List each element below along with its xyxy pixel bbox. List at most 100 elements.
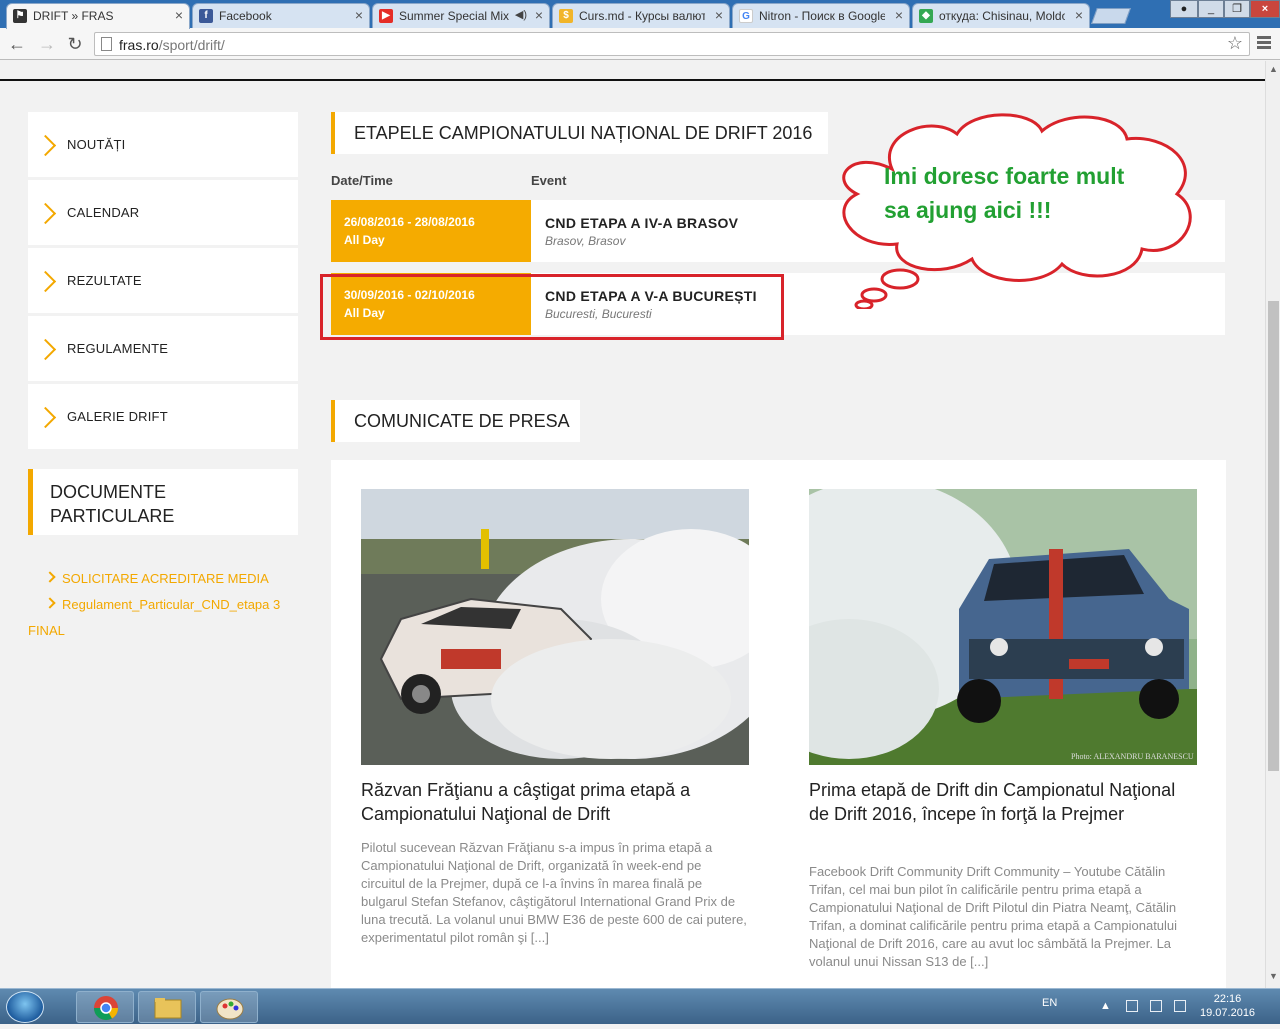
tab-google[interactable]: G Nitron - Поиск в Google × <box>732 3 910 28</box>
article-image[interactable] <box>361 489 749 765</box>
close-icon[interactable]: × <box>715 7 723 23</box>
sidebar-item-noutati[interactable]: NOUTĂȚI <box>28 112 298 177</box>
article-excerpt: Pilotul sucevean Răzvan Frăţianu s-a imp… <box>361 840 747 945</box>
close-icon[interactable]: × <box>895 7 903 23</box>
checkered-flag-icon: ⚑ <box>13 9 27 23</box>
paint-palette-icon <box>216 998 244 1020</box>
press-heading-box: COMUNICATE DE PRESA <box>331 400 580 442</box>
minimize-button[interactable]: _ <box>1198 0 1224 18</box>
show-hidden-icons-arrow[interactable]: ▲ <box>1100 1000 1112 1012</box>
tab-maps[interactable]: ◆ откуда: Chisinau, Moldova × <box>912 3 1090 28</box>
championship-heading-box: ETAPELE CAMPIONATULUI NAȚIONAL DE DRIFT … <box>331 112 828 154</box>
documents-heading-box: DOCUMENTE PARTICULARE <box>28 469 298 535</box>
tab-title: откуда: Chisinau, Moldova <box>939 9 1065 23</box>
action-center-icon[interactable] <box>1126 1000 1138 1012</box>
close-window-button[interactable]: × <box>1250 0 1280 18</box>
sidebar-item-regulamente[interactable]: REGULAMENTE <box>28 316 298 381</box>
chevron-right-icon <box>34 134 57 157</box>
volume-icon[interactable] <box>1174 1000 1186 1012</box>
highlight-rectangle <box>320 274 784 340</box>
tab-drift-fras[interactable]: ⚑ DRIFT » FRAS × <box>6 3 190 29</box>
youtube-icon: ▶ <box>379 9 393 23</box>
system-tray: EN ▲ 22:16 19.07.2016 <box>1030 989 1280 1025</box>
close-icon[interactable]: × <box>535 7 543 23</box>
bookmark-star-icon[interactable]: ☆ <box>1227 33 1243 54</box>
drift-photo-1 <box>361 489 749 765</box>
reload-icon[interactable]: ↻ <box>64 33 86 55</box>
event-name-link[interactable]: CND ETAPA A IV-A BRASOV <box>545 215 738 231</box>
tab-title: DRIFT » FRAS <box>33 9 114 23</box>
close-icon[interactable]: × <box>175 7 183 23</box>
sidebar-item-label: GALERIE DRIFT <box>67 409 168 424</box>
drift-photo-2: Photo: ALEXANDRU BARANESCU <box>809 489 1197 765</box>
chevron-right-icon <box>44 571 56 583</box>
chevron-right-icon <box>34 406 57 429</box>
facebook-icon: f <box>199 9 213 23</box>
web-page: NOUTĂȚI CALENDAR REZULTATE REGULAMENTE G… <box>0 61 1265 988</box>
close-icon[interactable]: × <box>355 7 363 23</box>
chrome-taskbar-button[interactable] <box>76 991 134 1023</box>
chevron-right-icon <box>44 597 56 609</box>
event-date: 26/08/2016 - 28/08/2016 <box>344 215 475 229</box>
browser-toolbar: ← → ↻ fras.ro/sport/drift/ ☆ <box>0 28 1280 60</box>
address-bar[interactable]: fras.ro/sport/drift/ ☆ <box>94 32 1250 56</box>
google-icon: G <box>739 9 753 23</box>
user-icon[interactable]: ● <box>1170 0 1198 18</box>
url-text: fras.ro/sport/drift/ <box>119 37 225 53</box>
championship-title: ETAPELE CAMPIONATULUI NAȚIONAL DE DRIFT … <box>354 123 813 143</box>
tab-title: Summer Special Mix <box>399 9 509 23</box>
sidebar-item-label: REGULAMENTE <box>67 341 169 356</box>
browser-tab-strip: ⚑ DRIFT » FRAS × f Facebook × ▶ Summer S… <box>0 0 1280 29</box>
explorer-taskbar-button[interactable] <box>138 991 196 1023</box>
scrollbar-thumb[interactable] <box>1268 301 1279 771</box>
sidebar-item-label: CALENDAR <box>67 205 140 220</box>
doc-link-regulament[interactable]: Regulament_Particular_CND_etapa 3 <box>44 592 280 618</box>
doc-link-acreditare[interactable]: SOLICITARE ACREDITARE MEDIA <box>44 566 269 592</box>
article-image[interactable]: Photo: ALEXANDRU BARANESCU <box>809 489 1197 765</box>
chevron-right-icon <box>34 338 57 361</box>
article-title-link[interactable]: Răzvan Frăţianu a câştigat prima etapă a… <box>361 778 749 826</box>
sidebar-item-galerie-drift[interactable]: GALERIE DRIFT <box>28 384 298 449</box>
annotation-text: Imi doresc foarte mult sa ajung aici !!! <box>884 163 1125 223</box>
tab-facebook[interactable]: f Facebook × <box>192 3 370 28</box>
restore-button[interactable]: ❐ <box>1224 0 1250 18</box>
press-title: COMUNICATE DE PRESA <box>354 411 570 431</box>
article-title-link[interactable]: Prima etapă de Drift din Campionatul Naţ… <box>809 778 1197 826</box>
event-time: All Day <box>344 233 385 247</box>
tab-title: Facebook <box>219 9 272 23</box>
clock[interactable]: 22:16 19.07.2016 <box>1200 992 1255 1020</box>
sidebar-item-calendar[interactable]: CALENDAR <box>28 180 298 245</box>
tab-title: Nitron - Поиск в Google <box>759 9 885 23</box>
event-location: Brasov, Brasov <box>545 234 626 248</box>
network-icon[interactable] <box>1150 1000 1162 1012</box>
start-button[interactable] <box>6 991 44 1023</box>
scroll-up-arrow-icon[interactable]: ▲ <box>1269 64 1278 74</box>
tab-youtube[interactable]: ▶ Summer Special Mix ◀) × <box>372 3 550 28</box>
speaker-icon[interactable]: ◀) <box>515 8 527 21</box>
documents-heading: DOCUMENTE PARTICULARE <box>50 482 175 526</box>
sidebar-item-rezultate[interactable]: REZULTATE <box>28 248 298 313</box>
event-date-block: 26/08/2016 - 28/08/2016 All Day <box>331 200 531 262</box>
forward-arrow-icon[interactable]: → <box>36 33 58 55</box>
page-scrollbar[interactable]: ▲ ▼ <box>1265 61 1280 988</box>
page-icon <box>101 37 112 51</box>
doc-link-regulament-cont[interactable]: FINAL <box>28 618 65 644</box>
folder-icon <box>154 998 182 1019</box>
curs-icon: $ <box>559 9 573 23</box>
tab-curs[interactable]: $ Curs.md - Курсы валют × <box>552 3 730 28</box>
chevron-right-icon <box>34 202 57 225</box>
paint-taskbar-button[interactable] <box>200 991 258 1023</box>
column-header-date: Date/Time <box>331 173 393 188</box>
photo-credit: Photo: ALEXANDRU BARANESCU <box>1071 752 1194 761</box>
back-arrow-icon[interactable]: ← <box>6 33 28 55</box>
press-panel: Răzvan Frăţianu a câştigat prima etapă a… <box>331 460 1226 988</box>
language-indicator[interactable]: EN <box>1042 997 1057 1009</box>
chrome-menu-icon[interactable] <box>1256 34 1272 52</box>
chevron-right-icon <box>34 270 57 293</box>
close-icon[interactable]: × <box>1075 7 1083 23</box>
tab-title: Curs.md - Курсы валют <box>579 9 705 23</box>
windows-taskbar: EN ▲ 22:16 19.07.2016 <box>0 988 1280 1024</box>
scroll-down-arrow-icon[interactable]: ▼ <box>1269 971 1278 981</box>
new-tab-button[interactable] <box>1091 8 1131 24</box>
column-header-event: Event <box>531 173 567 188</box>
